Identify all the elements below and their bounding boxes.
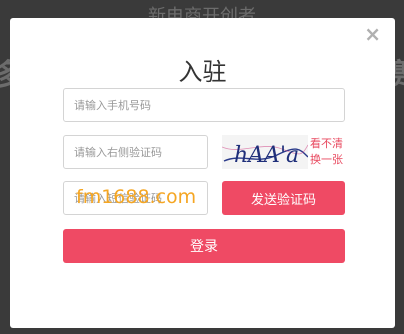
modal-title: 入驻	[178, 58, 227, 86]
refresh-line-2: 换一张	[310, 153, 343, 166]
captcha-image[interactable]: hAA'a	[221, 135, 309, 169]
send-code-button[interactable]: 发送验证码	[222, 181, 345, 215]
captcha-input[interactable]	[63, 135, 208, 169]
refresh-captcha-link[interactable]: 看不清 换一张	[310, 136, 350, 168]
refresh-line-1: 看不清	[310, 137, 343, 150]
sms-code-input[interactable]	[63, 181, 208, 215]
close-icon[interactable]: ×	[364, 22, 381, 46]
login-button[interactable]: 登录	[63, 229, 345, 263]
register-modal: × 入驻 hAA'a 看不清 换一张 fm1688.com 发送验证码 登录	[10, 18, 395, 328]
captcha-text: hAA'a	[234, 143, 299, 168]
phone-input[interactable]	[63, 88, 345, 122]
